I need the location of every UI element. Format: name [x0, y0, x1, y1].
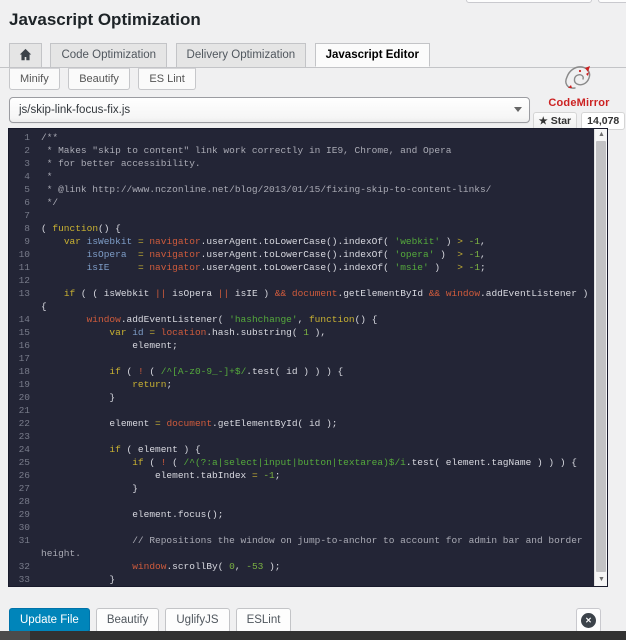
star-icon: ★	[539, 116, 548, 127]
file-select-value: js/skip-link-focus-fix.js	[19, 104, 130, 116]
code-line: 3 * for better accessibility.	[9, 157, 607, 170]
code-line: 28	[9, 495, 607, 508]
code-line: 2 * Makes "skip to content" link work co…	[9, 144, 607, 157]
eslint-button[interactable]: ESLint	[236, 608, 292, 633]
code-line: 20 }	[9, 391, 607, 404]
beautify-button[interactable]: Beautify	[96, 608, 160, 633]
code-line: 24 if ( element ) {	[9, 443, 607, 456]
update-file-button[interactable]: Update File	[9, 608, 90, 633]
code-line: 25 if ( ! ( /^(?:a|select|input|button|t…	[9, 456, 607, 469]
code-line: 27 }	[9, 482, 607, 495]
codemirror-widget: CodeMirror ★Star 14,078	[537, 64, 621, 130]
close-button[interactable]: ✕	[576, 608, 601, 633]
cutoff-button[interactable]	[466, 0, 592, 3]
code-line: 31 // Repositions the window on jump-to-…	[9, 534, 607, 560]
codemirror-logo-icon	[561, 64, 597, 96]
code-line: 32 window.scrollBy( 0, -53 );	[9, 560, 607, 573]
scroll-down-icon[interactable]: ▼	[595, 574, 608, 586]
code-line: 11 isIE = navigator.userAgent.toLowerCas…	[9, 261, 607, 274]
codemirror-link[interactable]: CodeMirror	[537, 97, 621, 109]
subtab-eslint[interactable]: ES Lint	[138, 68, 195, 90]
code-line: 13 if ( ( isWebkit || isOpera || isIE ) …	[9, 287, 607, 313]
home-icon	[19, 52, 32, 64]
code-line: 10 isOpera = navigator.userAgent.toLower…	[9, 248, 607, 261]
tab-delivery-optimization[interactable]: Delivery Optimization	[176, 43, 307, 67]
code-line: 15 var id = location.hash.substring( 1 )…	[9, 326, 607, 339]
code-line: 22 element = document.getElementById( id…	[9, 417, 607, 430]
close-icon: ✕	[581, 613, 596, 628]
code-line: 18 if ( ! ( /^[A-z0-9_-]+$/.test( id ) )…	[9, 365, 607, 378]
code-line: 33 }	[9, 573, 607, 586]
code-line: 26 element.tabIndex = -1;	[9, 469, 607, 482]
code-line: 16 element;	[9, 339, 607, 352]
code-line: 30	[9, 521, 607, 534]
code-line: 6 */	[9, 196, 607, 209]
scroll-up-icon[interactable]: ▲	[595, 129, 608, 141]
bottom-bar	[0, 631, 626, 640]
admin-page: Javascript Optimization Code Optimizatio…	[0, 0, 626, 640]
code-line: 29 element.focus();	[9, 508, 607, 521]
page-title: Javascript Optimization	[0, 0, 626, 31]
subtab-beautify[interactable]: Beautify	[68, 68, 130, 90]
code-line: 8( function() {	[9, 222, 607, 235]
code-editor[interactable]: 1/**2 * Makes "skip to content" link wor…	[8, 128, 608, 587]
tab-javascript-editor[interactable]: Javascript Editor	[315, 43, 430, 67]
code-line: 17	[9, 352, 607, 365]
chevron-down-icon	[514, 107, 522, 112]
editor-subtab-bar: Minify Beautify ES Lint	[0, 68, 626, 90]
code-line: 5 * @link http://www.nczonline.net/blog/…	[9, 183, 607, 196]
code-line: 1/**	[9, 131, 607, 144]
tab-code-optimization[interactable]: Code Optimization	[50, 43, 167, 67]
code-line: 4 *	[9, 170, 607, 183]
cutoff-button[interactable]	[598, 0, 626, 3]
code-lines: 1/**2 * Makes "skip to content" link wor…	[9, 129, 607, 587]
scrollbar-thumb[interactable]	[596, 141, 606, 572]
main-tab-bar: Code Optimization Delivery Optimization …	[0, 43, 626, 68]
code-line: 14 window.addEventListener( 'hashchange'…	[9, 313, 607, 326]
footer-toolbar: Update File Beautify UglifyJS ESLint ✕	[9, 608, 626, 633]
code-line: 9 var isWebkit = navigator.userAgent.toL…	[9, 235, 607, 248]
subtab-minify[interactable]: Minify	[9, 68, 60, 90]
code-line: 7	[9, 209, 607, 222]
code-line: 19 return;	[9, 378, 607, 391]
editor-scrollbar[interactable]: ▲ ▼	[594, 129, 607, 586]
uglifyjs-button[interactable]: UglifyJS	[165, 608, 229, 633]
code-line: 12	[9, 274, 607, 287]
code-line: 23	[9, 430, 607, 443]
tab-home[interactable]	[9, 43, 42, 67]
file-select-dropdown[interactable]: js/skip-link-focus-fix.js	[9, 97, 530, 123]
code-line: 34 }, false );	[9, 586, 607, 587]
code-line: 21	[9, 404, 607, 417]
